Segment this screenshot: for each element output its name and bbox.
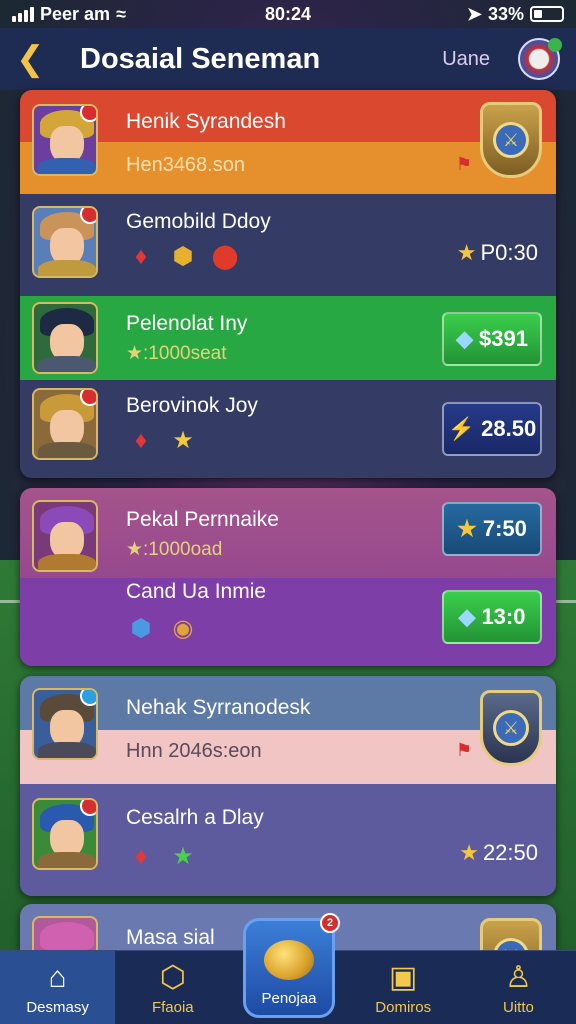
list-item[interactable]: Cand Ua Inmie ⬢ ◉ ◆ 13:0 <box>20 578 556 666</box>
user-icon: ♙ <box>504 961 532 994</box>
diamond-icon: ◆ <box>458 604 476 629</box>
player-name: Cesalrh a Dlay <box>126 806 264 829</box>
gem-list: ♦ ★ <box>126 426 198 456</box>
buy-button[interactable]: ◆ $391 <box>442 312 542 366</box>
gem-list: ♦ ⬢ ⬤ <box>126 242 240 272</box>
avatar <box>32 388 98 460</box>
status-bar: Peer am ≈ 80:24 ➤ 33% <box>0 0 576 28</box>
notification-badge <box>80 800 96 816</box>
list-item[interactable]: Pekal Pernnaike ★:1000oad ★ 7:50 <box>20 488 556 578</box>
list-panel: Henik Syrandesh Hen3468.son ⚑ ⚔ Gemobild… <box>20 90 556 478</box>
gem-list: ⬢ ◉ <box>126 614 198 644</box>
avatar <box>32 104 98 176</box>
list-item[interactable]: Cesalrh a Dlay ♦ ★ ★ 22:50 <box>20 784 556 896</box>
home-icon: ⌂ <box>48 961 67 994</box>
player-subtitle: ★:1000seat <box>126 343 227 364</box>
status-right: ➤ 33% <box>467 4 564 25</box>
star-gem-icon: ★ <box>172 427 194 454</box>
notification-badge: 2 <box>320 913 340 933</box>
list-item[interactable]: Henik Syrandesh Hen3468.son ⚑ ⚔ <box>20 90 556 194</box>
lightning-icon: ⚡ <box>447 416 476 441</box>
flag-icon: ⚑ <box>455 154 472 174</box>
flag-icon: ⚑ <box>455 740 472 760</box>
list-panel: Nehak Syrranodesk Hnn 2046s:eon ⚑ ⚔ Cesa… <box>20 676 556 896</box>
player-name: Masa sial <box>126 926 215 949</box>
gem-list: ♦ ★ <box>126 842 198 872</box>
buy-button-label: 28.50 <box>481 416 537 441</box>
gold-gem-icon: ⬢ <box>172 243 194 270</box>
coin-icon <box>264 940 314 980</box>
ruby-icon: ♦ <box>134 843 148 870</box>
player-name: Gemobild Ddoy <box>126 210 271 233</box>
list-item[interactable]: Pelenolat Iny ★:1000seat ◆ $391 <box>20 296 556 380</box>
diamond-icon: ◆ <box>456 326 473 351</box>
star-icon: ★ <box>456 240 477 265</box>
tab-label: Domiros <box>375 999 432 1016</box>
price-value: 22:50 <box>482 840 538 865</box>
location-icon: ➤ <box>466 3 482 24</box>
price-tag: ★ P0:30 <box>457 240 538 266</box>
shield-icon[interactable]: ⚔ <box>480 102 542 178</box>
coin-icon: ◉ <box>172 615 194 642</box>
list-item[interactable]: Gemobild Ddoy ♦ ⬢ ⬤ ★ P0:30 <box>20 194 556 296</box>
list-item[interactable]: Berovinok Joy ♦ ★ ⚡ 28.50 <box>20 380 556 478</box>
tab-home[interactable]: ⌂ Desmasy <box>0 951 116 1024</box>
page-title: Dosaial Seneman <box>80 42 321 75</box>
ruby-icon: ♦ <box>134 243 148 270</box>
avatar <box>32 688 98 760</box>
notification-badge <box>80 208 96 224</box>
player-name: Pelenolat Iny <box>126 312 248 335</box>
tab-label: Desmasy <box>26 999 89 1016</box>
ruby-icon: ♦ <box>134 427 148 454</box>
tab-profile[interactable]: ♙ Uitto <box>461 951 576 1024</box>
tab-domains[interactable]: ▣ Domiros <box>346 951 461 1024</box>
shield-icon[interactable]: ⚔ <box>480 690 542 766</box>
avatar <box>32 302 98 374</box>
green-gem-icon: ★ <box>172 843 194 870</box>
buy-button-label: 13:0 <box>481 604 526 629</box>
notification-badge <box>80 390 96 406</box>
tab-label: Ffaoia <box>151 999 194 1016</box>
tab-label: Penojaa <box>261 990 317 1007</box>
tab-shop[interactable]: ⬡ Ffaoia <box>115 951 230 1024</box>
player-name: Nehak Syrranodesk <box>126 696 311 719</box>
notification-badge <box>80 106 96 122</box>
red-gem-icon: ⬤ <box>211 243 239 270</box>
player-subtitle: Hen3468.son <box>126 154 245 176</box>
buy-button-label: $391 <box>478 326 528 351</box>
buy-button[interactable]: ◆ 13:0 <box>442 590 542 644</box>
battery-icon <box>530 6 564 22</box>
list-panel: Pekal Pernnaike ★:1000oad ★ 7:50 Cand Ua … <box>20 488 556 666</box>
player-name: Henik Syrandesh <box>126 110 286 133</box>
blue-gem-icon: ⬢ <box>130 615 152 642</box>
buy-button[interactable]: ★ 7:50 <box>442 502 542 556</box>
avatar <box>32 206 98 278</box>
notification-badge <box>80 690 96 706</box>
buy-button-label: 7:50 <box>482 516 527 541</box>
buy-button[interactable]: ⚡ 28.50 <box>442 402 542 456</box>
avatar <box>32 500 98 572</box>
player-name: Cand Ua Inmie <box>126 580 267 603</box>
battery-percent: 33% <box>487 3 524 24</box>
header-link[interactable]: Uane <box>442 48 490 71</box>
player-name: Pekal Pernnaike <box>126 508 279 531</box>
app-header: ❮ Dosaial Seneman Uane <box>0 28 576 90</box>
player-subtitle: ★:1000oad <box>126 539 223 560</box>
profile-avatar[interactable] <box>518 38 562 80</box>
back-button[interactable]: ❮ <box>16 39 56 79</box>
star-icon: ★ <box>459 840 479 865</box>
price-tag: ★ 22:50 <box>459 840 538 866</box>
avatar <box>32 798 98 870</box>
tab-label: Uitto <box>502 999 534 1016</box>
price-value: P0:30 <box>480 240 539 265</box>
player-subtitle: Hnn 2046s:eon <box>126 740 262 762</box>
box-icon: ▣ <box>389 961 418 994</box>
player-name: Berovinok Joy <box>126 394 258 417</box>
star-icon: ★ <box>457 516 477 541</box>
tab-center[interactable]: Penojaa 2 <box>243 913 340 1018</box>
hexagon-icon: ⬡ <box>159 961 186 994</box>
list-item[interactable]: Nehak Syrranodesk Hnn 2046s:eon ⚑ ⚔ <box>20 676 556 784</box>
